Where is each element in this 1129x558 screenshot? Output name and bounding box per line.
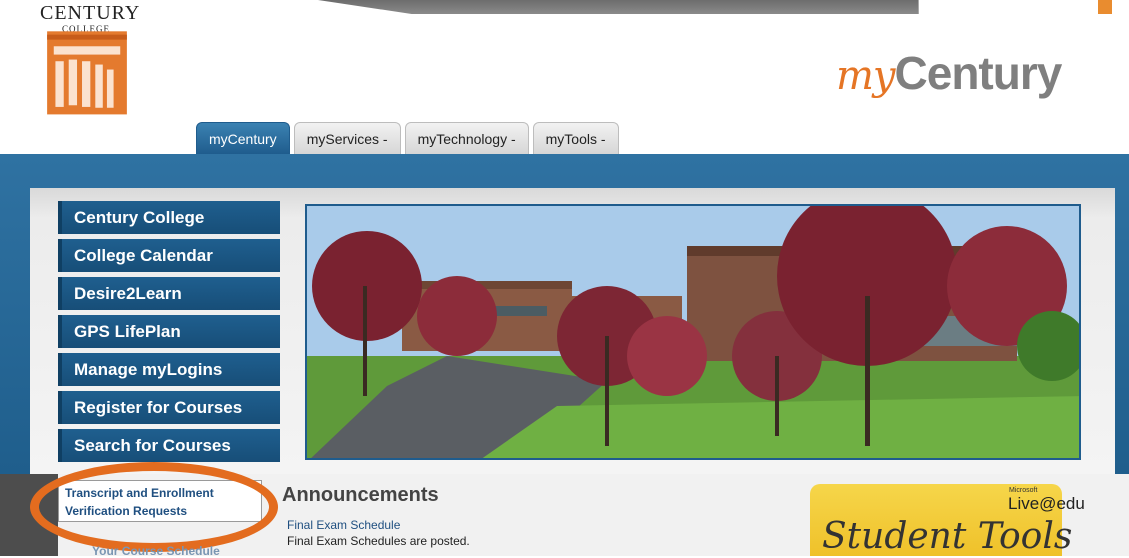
announcement-description: Final Exam Schedules are posted. [287, 534, 470, 548]
mycentury-brand: myCentury [836, 46, 1063, 100]
sidebar-item-register-for-courses[interactable]: Register for Courses [58, 391, 280, 424]
microsoft-label: Microsoft [1009, 487, 1038, 494]
sidebar-item-search-for-courses[interactable]: Search for Courses [58, 429, 280, 462]
brand-prefix: my [836, 53, 896, 99]
tab-mytools[interactable]: myTools - [532, 122, 619, 154]
logo-title: CENTURY [40, 2, 141, 24]
announcements-heading: Announcements [282, 484, 439, 506]
brand-name: Century [894, 47, 1063, 99]
sidebar-item-manage-mylogins[interactable]: Manage myLogins [58, 353, 280, 386]
student-tools-title: Student Tools [822, 516, 1073, 557]
campus-photo-illustration [307, 206, 1079, 458]
highlight-circle [30, 462, 278, 552]
main-tabs: myCentury myServices - myTechnology - my… [196, 122, 619, 154]
tab-mytechnology[interactable]: myTechnology - [404, 122, 529, 154]
sidebar-item-gps-lifeplan[interactable]: GPS LifePlan [58, 315, 280, 348]
live-edu-logo: Live@edu [1008, 494, 1085, 513]
campus-photo [305, 204, 1081, 460]
sidebar-item-college-calendar[interactable]: College Calendar [58, 239, 280, 272]
sidebar-item-century-college[interactable]: Century College [58, 201, 280, 234]
sidebar-item-desire2learn[interactable]: Desire2Learn [58, 277, 280, 310]
century-college-logo[interactable] [38, 28, 136, 136]
tab-myservices[interactable]: myServices - [293, 122, 401, 154]
search-input[interactable] [918, 0, 1099, 14]
tab-mycentury[interactable]: myCentury [196, 122, 290, 154]
sidebar-nav: Century College College Calendar Desire2… [58, 201, 280, 467]
search-button[interactable] [1098, 0, 1112, 14]
announcement-link[interactable]: Final Exam Schedule [287, 518, 400, 532]
